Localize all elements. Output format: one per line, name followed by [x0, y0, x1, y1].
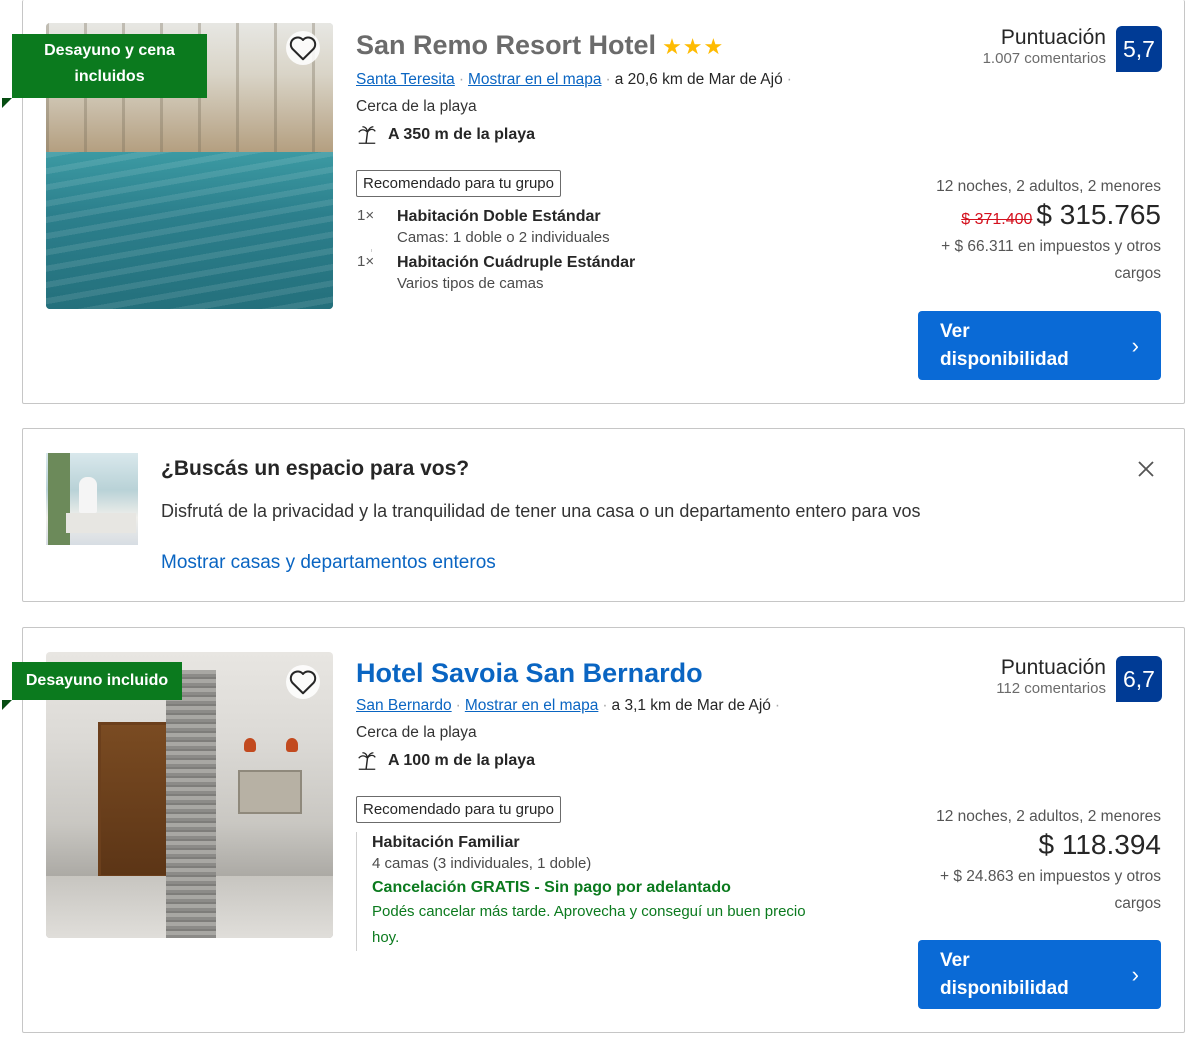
- room-name: Habitación Doble Estándar: [397, 208, 601, 225]
- map-link[interactable]: Mostrar en el mapa: [465, 697, 599, 714]
- map-link[interactable]: Mostrar en el mapa: [468, 71, 602, 88]
- button-label: Ver disponibilidad: [940, 949, 1069, 999]
- room-item: 1× Habitación Doble Estándar Camas: 1 do…: [357, 206, 876, 249]
- price-area: 12 noches, 2 adultos, 2 menores $ 371.40…: [901, 178, 1161, 287]
- current-price: $ 315.765: [1036, 199, 1161, 230]
- room-name: Habitación Cuádruple Estándar: [397, 254, 636, 271]
- free-cancellation: Cancelación GRATIS - Sin pago por adelan…: [372, 879, 731, 896]
- beach-distance: A 350 m de la playa: [356, 124, 876, 146]
- heart-icon[interactable]: [286, 31, 320, 65]
- distance-text: a 20,6 km de Mar de Ajó: [614, 71, 783, 88]
- city-link[interactable]: San Bernardo: [356, 697, 452, 714]
- chevron-right-icon: ›: [1131, 332, 1139, 358]
- room-name: Habitación Familiar: [372, 834, 520, 851]
- city-link[interactable]: Santa Teresita: [356, 71, 455, 88]
- recommended-badge: Recomendado para tu grupo: [356, 170, 561, 197]
- promo-link[interactable]: Mostrar casas y departamentos enteros: [161, 552, 496, 574]
- distance-text: a 3,1 km de Mar de Ajó: [611, 697, 771, 714]
- current-price: $ 118.394: [1038, 829, 1162, 860]
- entire-home-promo: ¿Buscás un espacio para vos? Disfrutá de…: [22, 428, 1185, 602]
- free-cancellation-detail: Podés cancelar más tarde. Aprovecha y co…: [372, 903, 806, 946]
- separator-dot: ·: [774, 697, 781, 714]
- near-beach-label: Cerca de la playa: [356, 98, 477, 115]
- hotel-name[interactable]: Hotel Savoia San Bernardo: [356, 656, 876, 690]
- review-score[interactable]: Puntuación 112 comentarios 6,7: [996, 656, 1162, 702]
- price-area: 12 noches, 2 adultos, 2 menores $ 118.39…: [901, 808, 1161, 917]
- close-icon[interactable]: [1134, 457, 1158, 481]
- taxes-text: + $ 24.863 en impuestos y otros cargos: [939, 868, 1161, 912]
- hotel-card-san-remo: Desayuno y cena incluidos San Remo Resor…: [12, 0, 1185, 404]
- room-quantity: 1×: [357, 206, 397, 249]
- room-item: 1× Habitación Cuádruple Estándar Varios …: [357, 252, 876, 295]
- promo-image: [46, 453, 138, 545]
- room-beds: Varios tipos de camas: [397, 275, 544, 292]
- room-beds: Camas: 1 doble o 2 individuales: [397, 229, 610, 246]
- beach-distance-text: A 100 m de la playa: [388, 752, 536, 769]
- separator-dot: ·: [455, 697, 461, 714]
- location-line: Santa Teresita · Mostrar en el mapa · a 20,6…: [356, 71, 876, 89]
- room-beds: 4 camas (3 individuales, 1 doble): [372, 855, 592, 872]
- room-list: Habitación Familiar 4 camas (3 individua…: [356, 832, 876, 951]
- stay-summary: 12 noches, 2 adultos, 2 menores: [936, 808, 1161, 825]
- hotel-card-savoia: Desayuno incluido Hotel Savoia San Berna…: [12, 627, 1185, 1033]
- room-quantity: 1×: [357, 252, 397, 295]
- stay-summary: 12 noches, 2 adultos, 2 menores: [936, 178, 1161, 195]
- room-list: 1× Habitación Doble Estándar Camas: 1 do…: [357, 206, 876, 295]
- hotel-info: San Remo Resort Hotel ★★★ Santa Teresita ·…: [356, 28, 876, 295]
- separator-dot: ·: [786, 71, 792, 88]
- see-availability-button[interactable]: Ver disponibilidad ›: [918, 940, 1161, 1009]
- near-beach-label: Cerca de la playa: [356, 724, 477, 741]
- review-score[interactable]: Puntuación 1.007 comentarios 5,7: [983, 26, 1162, 72]
- review-count: 1.007 comentarios: [982, 50, 1106, 67]
- taxes-text: + $ 66.311 en impuestos y otros cargos: [941, 238, 1161, 282]
- heart-icon[interactable]: [286, 665, 320, 699]
- separator-dot: ·: [458, 71, 464, 88]
- button-label: Ver disponibilidad: [940, 320, 1069, 370]
- promo-title: ¿Buscás un espacio para vos?: [161, 457, 470, 480]
- meal-plan-ribbon: Desayuno incluido: [12, 662, 182, 700]
- chevron-right-icon: ›: [1131, 961, 1139, 987]
- score-label: Puntuación: [1000, 26, 1106, 49]
- price-row: $ 118.394: [901, 829, 1162, 861]
- price-row: $ 371.400 $ 315.765: [901, 199, 1161, 231]
- review-count: 112 comentarios: [996, 680, 1106, 697]
- hotel-name[interactable]: San Remo Resort Hotel: [356, 30, 656, 60]
- see-availability-button[interactable]: Ver disponibilidad ›: [918, 311, 1161, 380]
- original-price: $ 371.400: [961, 211, 1033, 228]
- score-badge: 5,7: [1116, 26, 1162, 72]
- palm-tree-icon: [358, 752, 376, 770]
- score-label: Puntuación: [1000, 656, 1106, 679]
- palm-tree-icon: [358, 126, 376, 144]
- beach-distance-text: A 350 m de la playa: [388, 126, 536, 143]
- star-rating: ★★★: [662, 34, 725, 59]
- separator-dot: ·: [605, 71, 611, 88]
- beach-distance: A 100 m de la playa: [356, 750, 876, 772]
- promo-text: Disfrutá de la privacidad y la tranquili…: [161, 501, 921, 521]
- recommended-badge: Recomendado para tu grupo: [356, 796, 561, 823]
- location-line: San Bernardo · Mostrar en el mapa · a 3,1 km…: [356, 697, 876, 715]
- separator-dot: ·: [602, 697, 608, 714]
- score-badge: 6,7: [1116, 656, 1162, 702]
- hotel-info: Hotel Savoia San Bernardo San Bernardo · M…: [356, 656, 876, 951]
- meal-plan-ribbon: Desayuno y cena incluidos: [12, 34, 207, 98]
- hotel-title[interactable]: San Remo Resort Hotel ★★★: [356, 28, 876, 64]
